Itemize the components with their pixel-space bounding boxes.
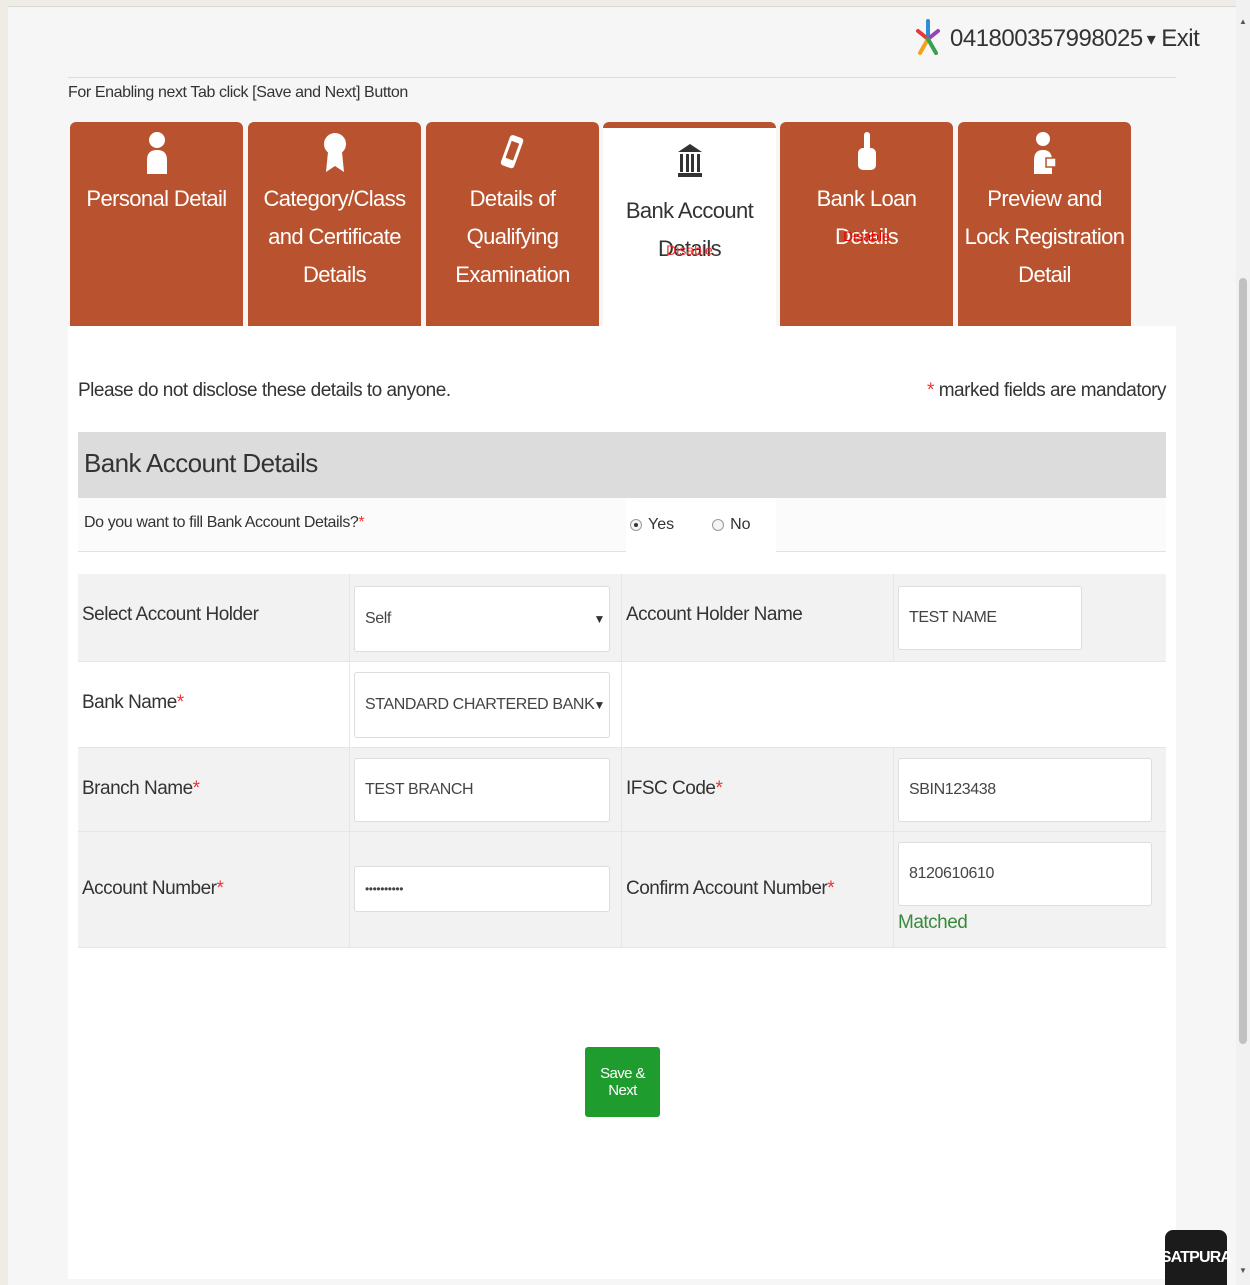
required-star: * — [216, 878, 224, 899]
tab-status: Disable — [666, 242, 713, 258]
required-star: * — [927, 380, 934, 401]
scrollbar-thumb[interactable] — [1239, 278, 1247, 1044]
form-row: Account Number* •••••••••• Confirm Accou… — [78, 832, 1166, 948]
form-cell: TEST BRANCH — [350, 748, 622, 831]
confirm-account-number-input[interactable]: 8120610610 — [898, 842, 1152, 906]
bank-form-grid: Select Account Holder Self ▼ Account Hol… — [78, 574, 1166, 948]
form-cell: TEST NAME — [894, 574, 1166, 661]
section-header: Bank Account Details — [78, 432, 1166, 498]
radio-yes-label: Yes — [648, 516, 675, 533]
required-star: * — [715, 778, 723, 799]
enable-tab-hint: For Enabling next Tab click [Save and Ne… — [68, 84, 408, 101]
label-text: Confirm Account Number — [626, 878, 828, 899]
privacy-note: Please do not disclose these details to … — [78, 380, 451, 401]
required-star: * — [192, 778, 200, 799]
tab-category-class[interactable]: Category/Class and Certificate Details — [248, 122, 421, 326]
tab-preview-and-lock[interactable]: Preview and Lock Registration Detail — [958, 122, 1131, 326]
form-row: Branch Name* TEST BRANCH IFSC Code* SBIN… — [78, 748, 1166, 832]
tab-personal-detail[interactable]: Personal Detail — [70, 122, 243, 326]
section-title: Bank Account Details — [84, 448, 318, 478]
tab-qualifying-examination[interactable]: Details of Qualifying Examination — [426, 122, 599, 326]
vertical-scrollbar[interactable]: ▲ ▼ — [1236, 0, 1250, 1285]
radio-no[interactable]: No — [712, 516, 751, 534]
user-lock-icon — [958, 130, 1131, 176]
exit-link[interactable]: Exit — [1161, 25, 1200, 53]
form-cell: •••••••••• — [350, 832, 622, 947]
form-cell: Select Account Holder — [78, 574, 350, 661]
form-cell: Account Holder Name — [622, 574, 894, 661]
registration-tabs: Personal Detail Category/Class and Certi… — [70, 122, 1132, 328]
select-value: Self — [365, 610, 391, 627]
account-number-input[interactable]: •••••••••• — [354, 866, 610, 912]
tab-label: Personal Detail — [86, 186, 227, 211]
select-value: STANDARD CHARTERED BANK — [365, 696, 595, 713]
required-star: * — [358, 514, 365, 531]
tab-label: Category/Class and Certificate Details — [263, 186, 407, 287]
holder-name-input[interactable]: TEST NAME — [898, 586, 1082, 650]
user-bar: 041800357998025 ▾ Exit — [914, 14, 1200, 64]
label-text: IFSC Code — [626, 778, 716, 799]
tab-bank-loan-details[interactable]: Bank Loan Details Disable — [780, 122, 953, 326]
dropdown-arrow-icon: ▼ — [593, 612, 606, 626]
account-holder-select[interactable]: Self ▼ — [354, 586, 610, 652]
phone-icon — [426, 130, 599, 176]
yes-no-radio-group: Yes No — [626, 498, 776, 552]
user-id: 041800357998025 — [950, 25, 1143, 52]
label-text: Bank Name — [82, 692, 177, 713]
form-cell: Self ▼ — [350, 574, 622, 661]
label-text: Branch Name — [82, 778, 193, 799]
form-cell: Branch Name* — [78, 748, 350, 831]
question-text: Do you want to fill Bank Account Details… — [84, 514, 359, 531]
account-holder-label: Select Account Holder — [82, 604, 259, 625]
user-icon — [70, 130, 243, 176]
tab-label: Bank Loan Details — [816, 186, 917, 249]
form-row: Select Account Holder Self ▼ Account Hol… — [78, 574, 1166, 662]
tab-status: Disable — [843, 228, 890, 244]
certificate-icon — [248, 130, 421, 176]
form-cell: Confirm Account Number* — [622, 832, 894, 947]
fill-bank-details-question: Do you want to fill Bank Account Details… — [78, 498, 1166, 552]
hand-icon — [780, 130, 953, 176]
confirm-account-number-label: Confirm Account Number* — [626, 878, 835, 900]
form-cell: Bank Name* — [78, 662, 350, 747]
user-menu-caret-icon[interactable]: ▾ — [1147, 29, 1156, 50]
required-star: * — [827, 878, 835, 899]
ifsc-code-input[interactable]: SBIN123438 — [898, 758, 1152, 822]
scroll-down-arrow-icon[interactable]: ▼ — [1236, 1263, 1250, 1279]
mandatory-text: marked fields are mandatory — [933, 380, 1167, 401]
branch-name-input[interactable]: TEST BRANCH — [354, 758, 610, 822]
form-cell — [622, 662, 894, 747]
tab-label: Preview and Lock Registration Detail — [964, 186, 1125, 287]
save-and-next-button[interactable]: Save & Next — [585, 1047, 660, 1117]
form-cell: 8120610610 Matched — [894, 832, 1166, 947]
account-number-label: Account Number* — [82, 878, 224, 900]
bank-icon — [603, 136, 776, 182]
radio-button[interactable] — [712, 519, 725, 531]
form-cell: Account Number* — [78, 832, 350, 947]
dropdown-arrow-icon: ▼ — [593, 698, 606, 712]
form-cell: STANDARD CHARTERED BANK ▼ — [350, 662, 622, 747]
bank-name-select[interactable]: STANDARD CHARTERED BANK ▼ — [354, 672, 610, 738]
question-label: Do you want to fill Bank Account Details… — [84, 514, 365, 532]
radio-no-label: No — [730, 516, 751, 533]
holder-name-label: Account Holder Name — [626, 604, 803, 625]
radio-button-checked[interactable] — [630, 519, 642, 531]
label-text: Account Number — [82, 878, 217, 899]
logo-icon — [916, 19, 940, 55]
bank-name-label: Bank Name* — [82, 692, 184, 714]
header-divider — [68, 77, 1176, 78]
satpura-badge[interactable]: SATPURA — [1161, 1230, 1232, 1285]
form-cell: SBIN123438 — [894, 748, 1166, 831]
match-status: Matched — [898, 912, 968, 933]
required-star: * — [176, 692, 184, 713]
tab-label: Details of Qualifying Examination — [455, 186, 570, 287]
form-row: Bank Name* STANDARD CHARTERED BANK ▼ — [78, 662, 1166, 748]
branch-name-label: Branch Name* — [82, 778, 200, 800]
ifsc-code-label: IFSC Code* — [626, 778, 723, 800]
scroll-up-arrow-icon[interactable]: ▲ — [1236, 14, 1250, 30]
form-cell: IFSC Code* — [622, 748, 894, 831]
radio-yes[interactable]: Yes — [630, 516, 674, 534]
mandatory-note: * marked fields are mandatory — [927, 380, 1166, 402]
tab-bank-account-details[interactable]: Bank Account Details Disable — [603, 122, 776, 328]
